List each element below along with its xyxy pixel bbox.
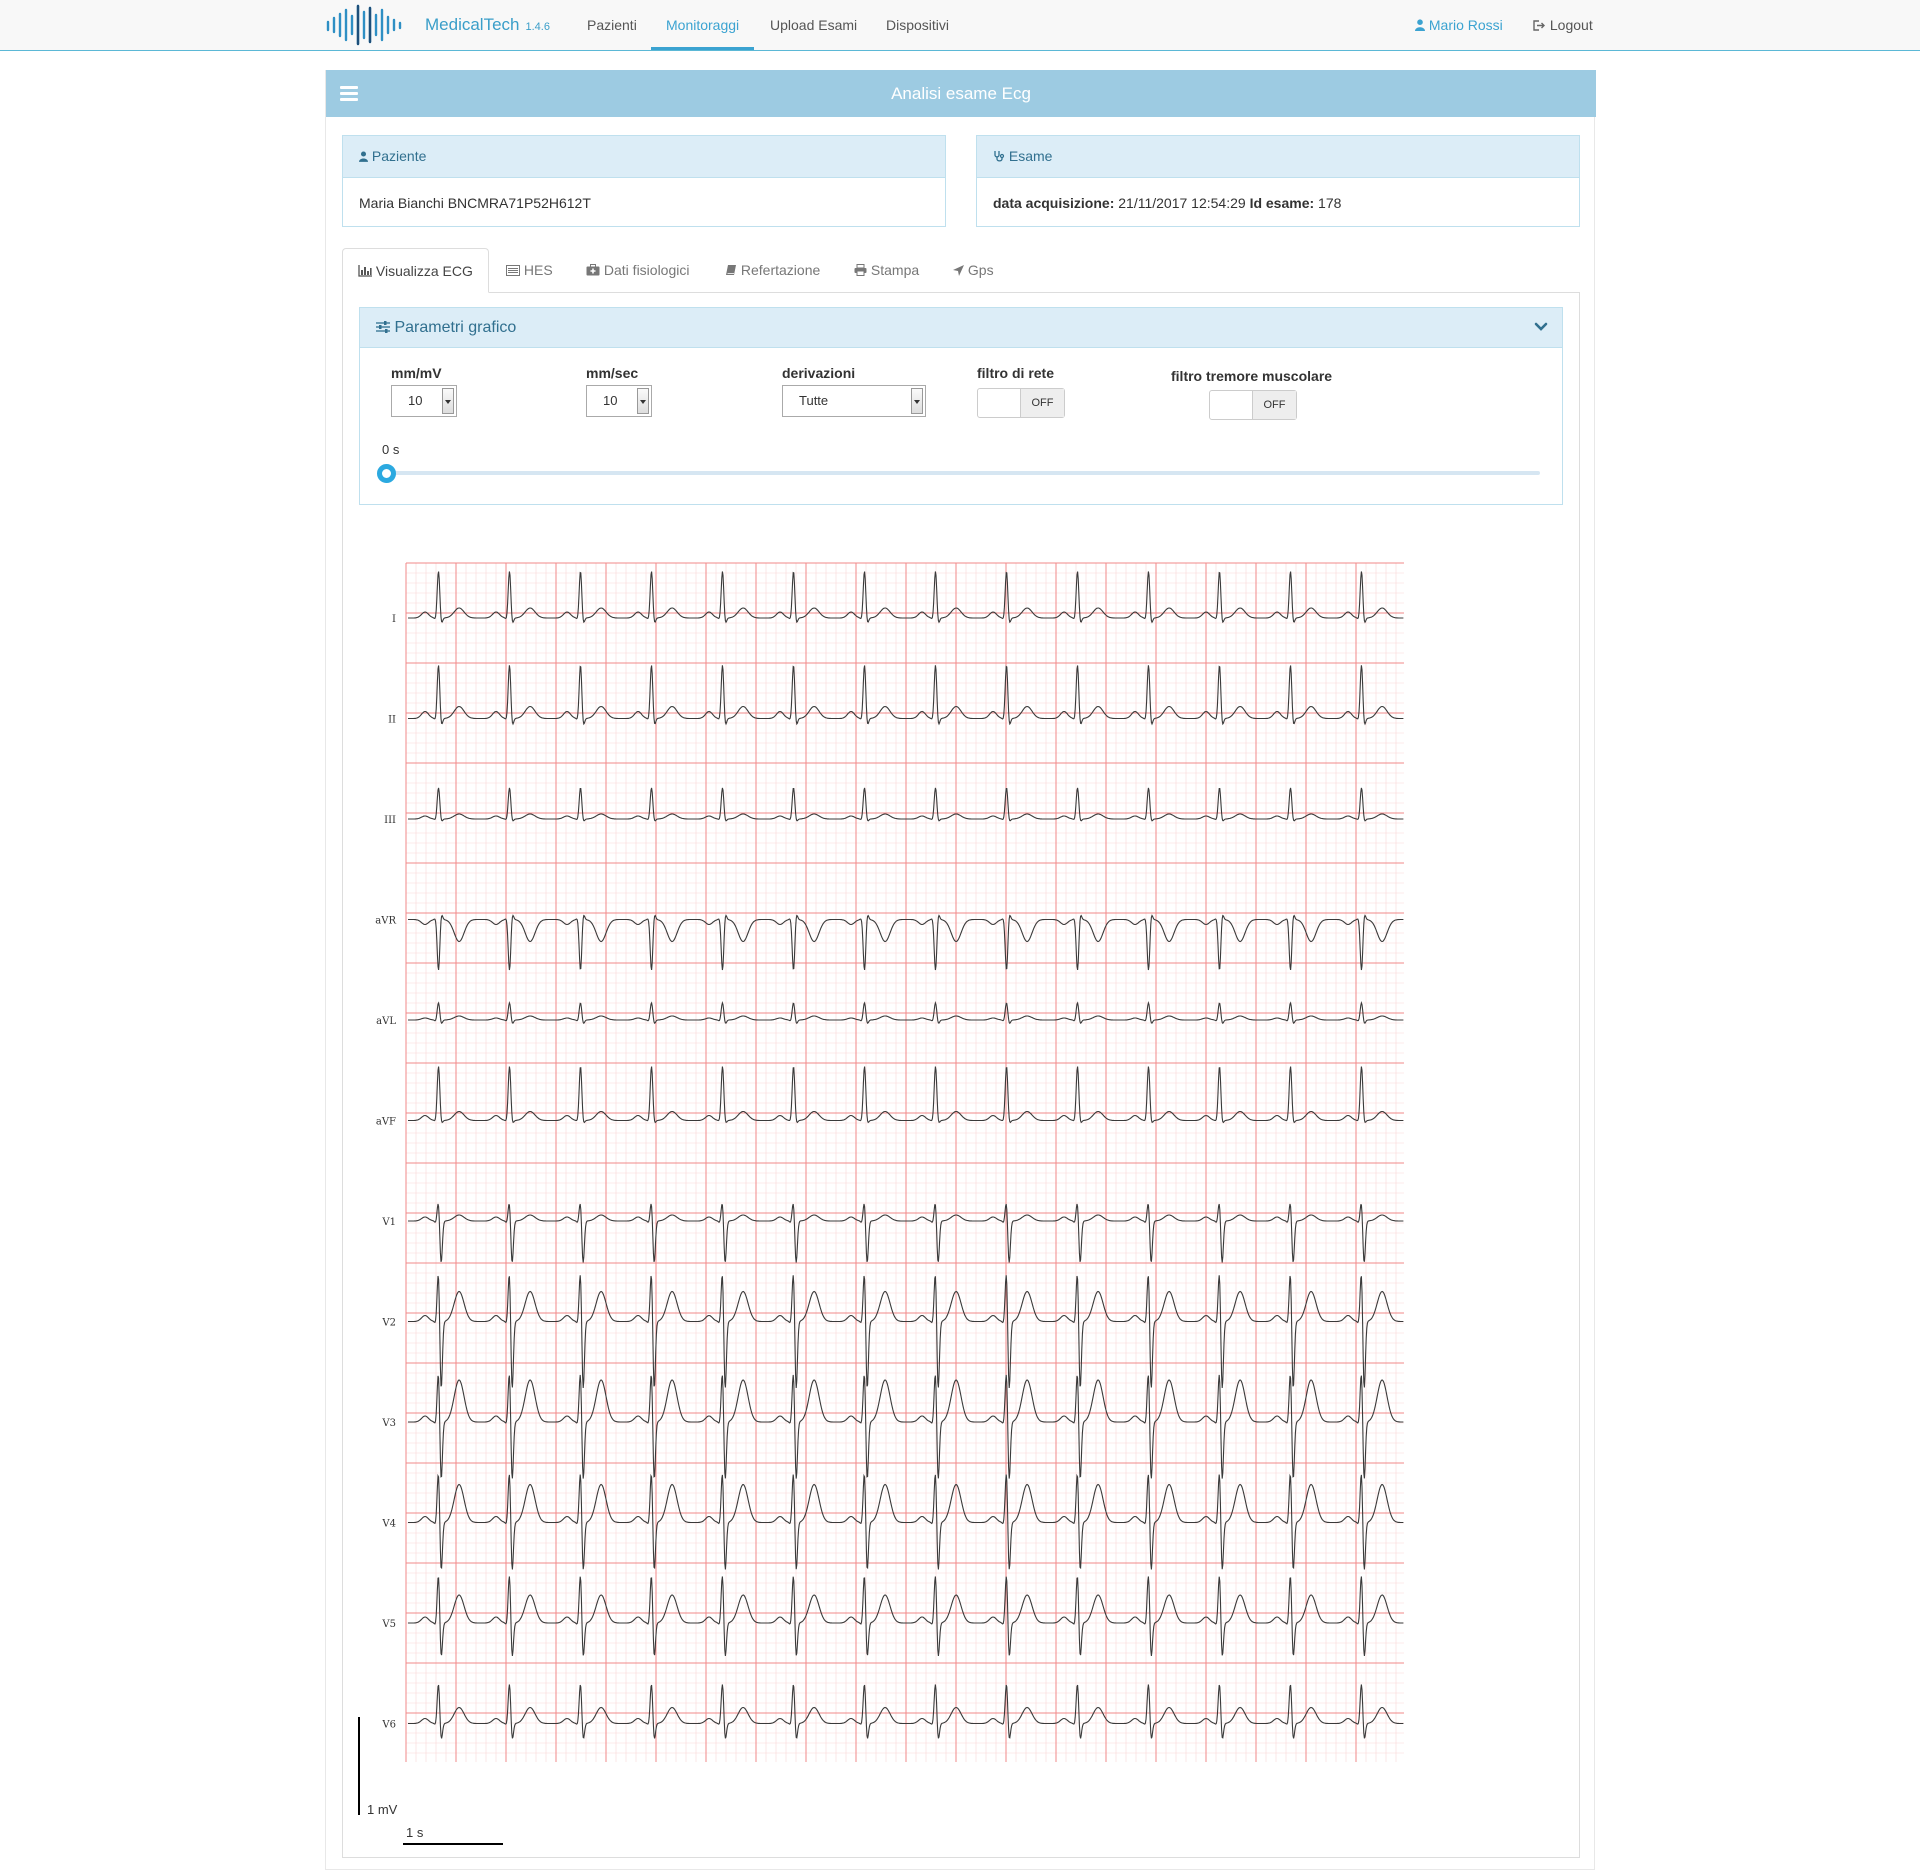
list-icon <box>506 265 520 276</box>
nav-pazienti[interactable]: Pazienti <box>587 0 637 50</box>
user-icon <box>1415 19 1425 31</box>
ecg-calibration: 1 mV 1 s <box>358 1717 503 1845</box>
exam-heading: Esame <box>1008 148 1053 164</box>
page-header: Analisi esame Ecg <box>326 70 1596 117</box>
tab-label: Stampa <box>870 262 920 278</box>
tab-bar: Visualizza ECG HES Dati fisiologici Refe… <box>342 248 1580 293</box>
tab-label: HES <box>523 262 553 278</box>
ecg-lead-label: aVL <box>376 1016 396 1027</box>
page-title: Analisi esame Ecg <box>891 84 1031 103</box>
logo-waveform-icon <box>326 4 402 46</box>
user-menu[interactable]: Mario Rossi <box>1415 0 1503 50</box>
tab-label: Gps <box>967 262 994 278</box>
tab-refertazione[interactable]: Refertazione <box>725 248 820 292</box>
exam-panel: Esame data acquisizione: 21/11/2017 12:5… <box>976 135 1580 227</box>
patient-heading: Paziente <box>371 148 427 164</box>
patient-panel: Paziente Maria Bianchi BNCMRA71P52H612T <box>342 135 946 227</box>
nav-monitoraggi[interactable]: Monitoraggi <box>651 0 755 50</box>
book-icon <box>726 265 736 275</box>
ecg-tab-content: Parametri grafico mm/mV 10 mm/sec 10 der… <box>342 292 1580 1858</box>
ecg-lead-label: II <box>388 715 396 726</box>
top-navbar: MedicalTech 1.4.6 Pazienti Monitoraggi U… <box>0 0 1920 51</box>
patient-name: Maria Bianchi BNCMRA71P52H612T <box>359 195 591 211</box>
main-container: Analisi esame Ecg Paziente Maria Bianchi… <box>325 70 1596 1870</box>
ecg-lead-label: V3 <box>381 1418 396 1429</box>
ecg-grid <box>405 562 1404 1762</box>
ecg-lead-label: III <box>384 815 396 826</box>
bar-chart-icon <box>358 265 372 277</box>
ecg-lead-labels: IIIIIIaVRaVLaVFV1V2V3V4V5V6 <box>375 614 396 1731</box>
tab-hes[interactable]: HES <box>506 248 553 292</box>
ecg-chart: IIIIIIaVRaVLaVFV1V2V3V4V5V6 1 mV 1 s <box>358 562 1404 1845</box>
logout-label: Logout <box>1549 17 1593 33</box>
tab-dati-fisiologici[interactable]: Dati fisiologici <box>586 248 689 292</box>
ecg-lead-label: V2 <box>381 1318 396 1329</box>
tab-stampa[interactable]: Stampa <box>854 248 919 292</box>
ecg-lead-label: V4 <box>381 1519 396 1530</box>
tab-visualizza-ecg[interactable]: Visualizza ECG <box>342 248 489 293</box>
brand[interactable]: MedicalTech 1.4.6 <box>325 4 550 46</box>
print-icon <box>854 264 867 276</box>
exam-details: data acquisizione: 21/11/2017 12:54:29 I… <box>977 178 1579 228</box>
app-version: 1.4.6 <box>525 21 550 33</box>
ecg-lead-label: V6 <box>381 1720 396 1731</box>
tab-label: Refertazione <box>740 262 821 278</box>
nav-upload-esami[interactable]: Upload Esami <box>770 0 857 50</box>
medkit-icon <box>586 264 600 276</box>
patient-panel-header: Paziente <box>343 136 945 178</box>
acquisition-label: data acquisizione: <box>993 195 1115 211</box>
ecg-lead-label: aVF <box>376 1117 396 1128</box>
ecg-lead-label: aVR <box>375 916 396 927</box>
menu-toggle-icon[interactable] <box>340 86 358 101</box>
brand-name: MedicalTech <box>425 15 520 34</box>
ecg-lead-label: V5 <box>381 1619 396 1630</box>
user-icon <box>359 151 368 162</box>
tab-label: Visualizza ECG <box>375 263 473 279</box>
tab-gps[interactable]: Gps <box>953 248 994 292</box>
exam-id-label: Id esame: <box>1249 195 1315 211</box>
ecg-lead-label: V1 <box>381 1217 396 1228</box>
exam-panel-header: Esame <box>977 136 1579 178</box>
stethoscope-icon <box>994 151 1005 162</box>
sign-out-icon <box>1533 20 1545 31</box>
ecg-lead-label: I <box>392 614 396 625</box>
user-name: Mario Rossi <box>1428 17 1503 33</box>
exam-id: 178 <box>1318 195 1342 211</box>
tab-label: Dati fisiologici <box>603 262 690 278</box>
time-scale-label: 1 s <box>406 1825 424 1840</box>
logout-link[interactable]: Logout <box>1533 0 1593 50</box>
amplitude-scale-label: 1 mV <box>367 1802 398 1817</box>
acquisition-date: 21/11/2017 12:54:29 <box>1118 195 1246 211</box>
nav-dispositivi[interactable]: Dispositivi <box>886 0 949 50</box>
location-arrow-icon <box>953 265 964 276</box>
